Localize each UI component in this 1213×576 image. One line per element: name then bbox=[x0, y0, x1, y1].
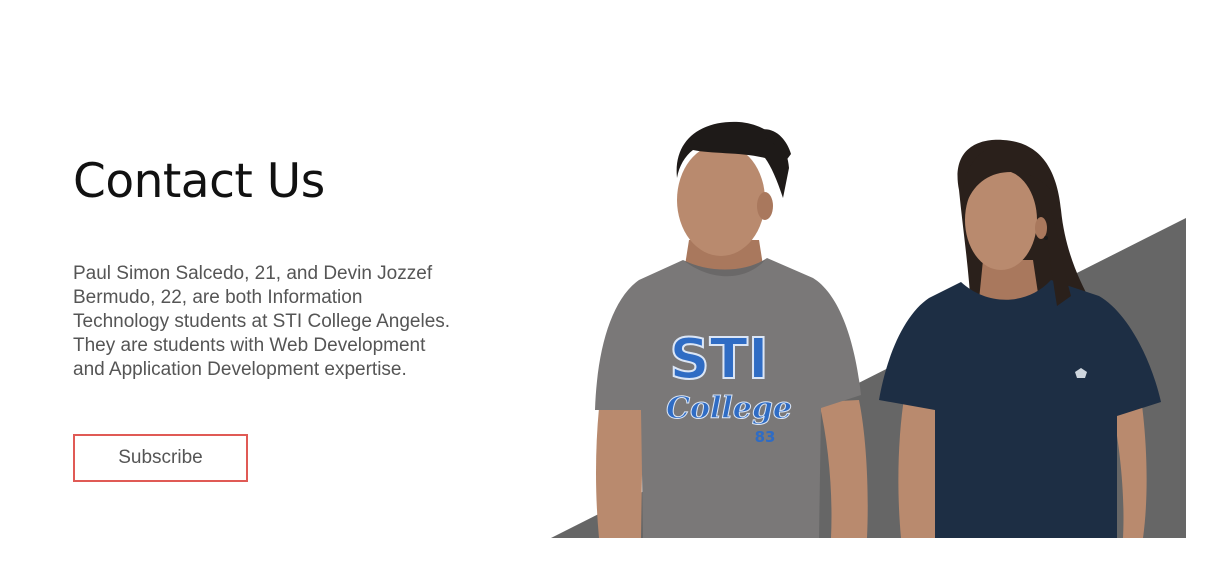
hero-photo: STI College 83 bbox=[551, 110, 1187, 538]
subscribe-button[interactable]: Subscribe bbox=[73, 434, 248, 482]
page-title: Contact Us bbox=[73, 154, 325, 209]
shirt-print-number: 83 bbox=[755, 428, 776, 446]
shirt-print-sti: STI bbox=[669, 327, 768, 392]
contact-section: Contact Us Paul Simon Salcedo, 21, and D… bbox=[0, 0, 1213, 576]
contact-description: Paul Simon Salcedo, 21, and Devin Jozzef… bbox=[73, 263, 451, 380]
shirt-print-college: College bbox=[666, 391, 792, 426]
